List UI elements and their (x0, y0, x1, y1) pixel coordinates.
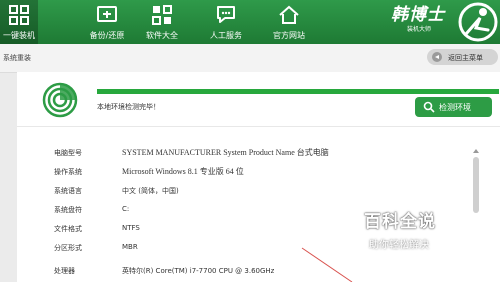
watermark-subtitle: 助你轻松解决 (369, 240, 429, 251)
watermark-title: 百科全说 (364, 212, 436, 232)
